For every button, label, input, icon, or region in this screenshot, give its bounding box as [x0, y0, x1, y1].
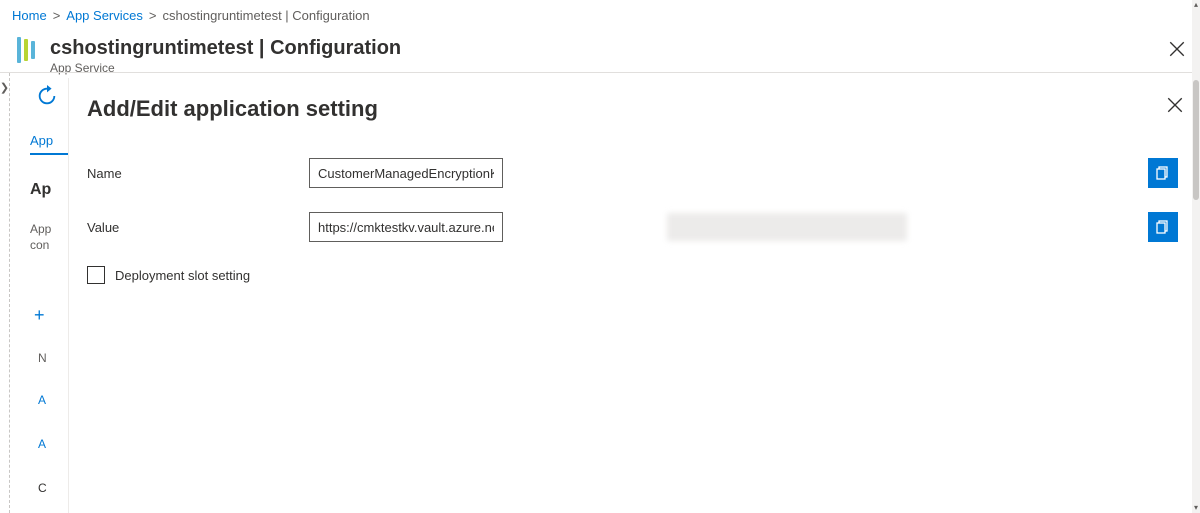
table-header-name: N	[38, 351, 47, 365]
redacted-overlay	[667, 213, 907, 241]
breadcrumb: Home > App Services > cshostingruntimete…	[0, 0, 1200, 30]
copy-name-button[interactable]	[1148, 158, 1178, 188]
chevron-right-icon: ❯	[0, 81, 9, 94]
add-setting-button[interactable]: +	[34, 305, 45, 326]
close-blade-button[interactable]	[1168, 40, 1186, 58]
section-description: App con	[30, 221, 70, 253]
scrollbar-thumb[interactable]	[1193, 80, 1199, 200]
copy-icon	[1155, 219, 1171, 235]
scroll-down-arrow-icon: ▾	[1192, 503, 1200, 513]
copy-icon	[1155, 165, 1171, 181]
value-label: Value	[87, 220, 297, 235]
table-row[interactable]: C	[38, 481, 47, 495]
breadcrumb-home[interactable]: Home	[12, 8, 47, 23]
section-heading: Ap	[30, 181, 51, 199]
name-label: Name	[87, 166, 297, 181]
table-row[interactable]: A	[38, 393, 46, 407]
add-edit-setting-panel: Add/Edit application setting Name Value	[68, 78, 1196, 513]
breadcrumb-app-services[interactable]: App Services	[66, 8, 143, 23]
breadcrumb-current: cshostingruntimetest | Configuration	[162, 8, 369, 23]
close-icon	[1166, 96, 1184, 114]
refresh-button[interactable]	[36, 85, 58, 107]
table-row[interactable]: A	[38, 437, 46, 451]
setting-value-input[interactable]	[309, 212, 503, 242]
copy-value-button[interactable]	[1148, 212, 1178, 242]
scroll-up-arrow-icon: ▴	[1192, 0, 1200, 10]
deployment-slot-label: Deployment slot setting	[115, 268, 250, 283]
setting-name-input[interactable]	[309, 158, 503, 188]
collapse-menu-rail[interactable]: ❯	[0, 73, 10, 513]
app-service-icon	[12, 36, 40, 64]
vertical-scrollbar[interactable]: ▴ ▾	[1192, 0, 1200, 513]
close-panel-button[interactable]	[1166, 96, 1184, 114]
refresh-icon	[36, 85, 58, 107]
close-icon	[1168, 40, 1186, 58]
chevron-right-icon: >	[149, 8, 157, 23]
deployment-slot-checkbox[interactable]	[87, 266, 105, 284]
chevron-right-icon: >	[53, 8, 61, 23]
panel-title: Add/Edit application setting	[87, 96, 1178, 122]
tab-application-settings[interactable]: App	[30, 133, 53, 152]
page-title: cshostingruntimetest | Configuration	[50, 36, 401, 60]
